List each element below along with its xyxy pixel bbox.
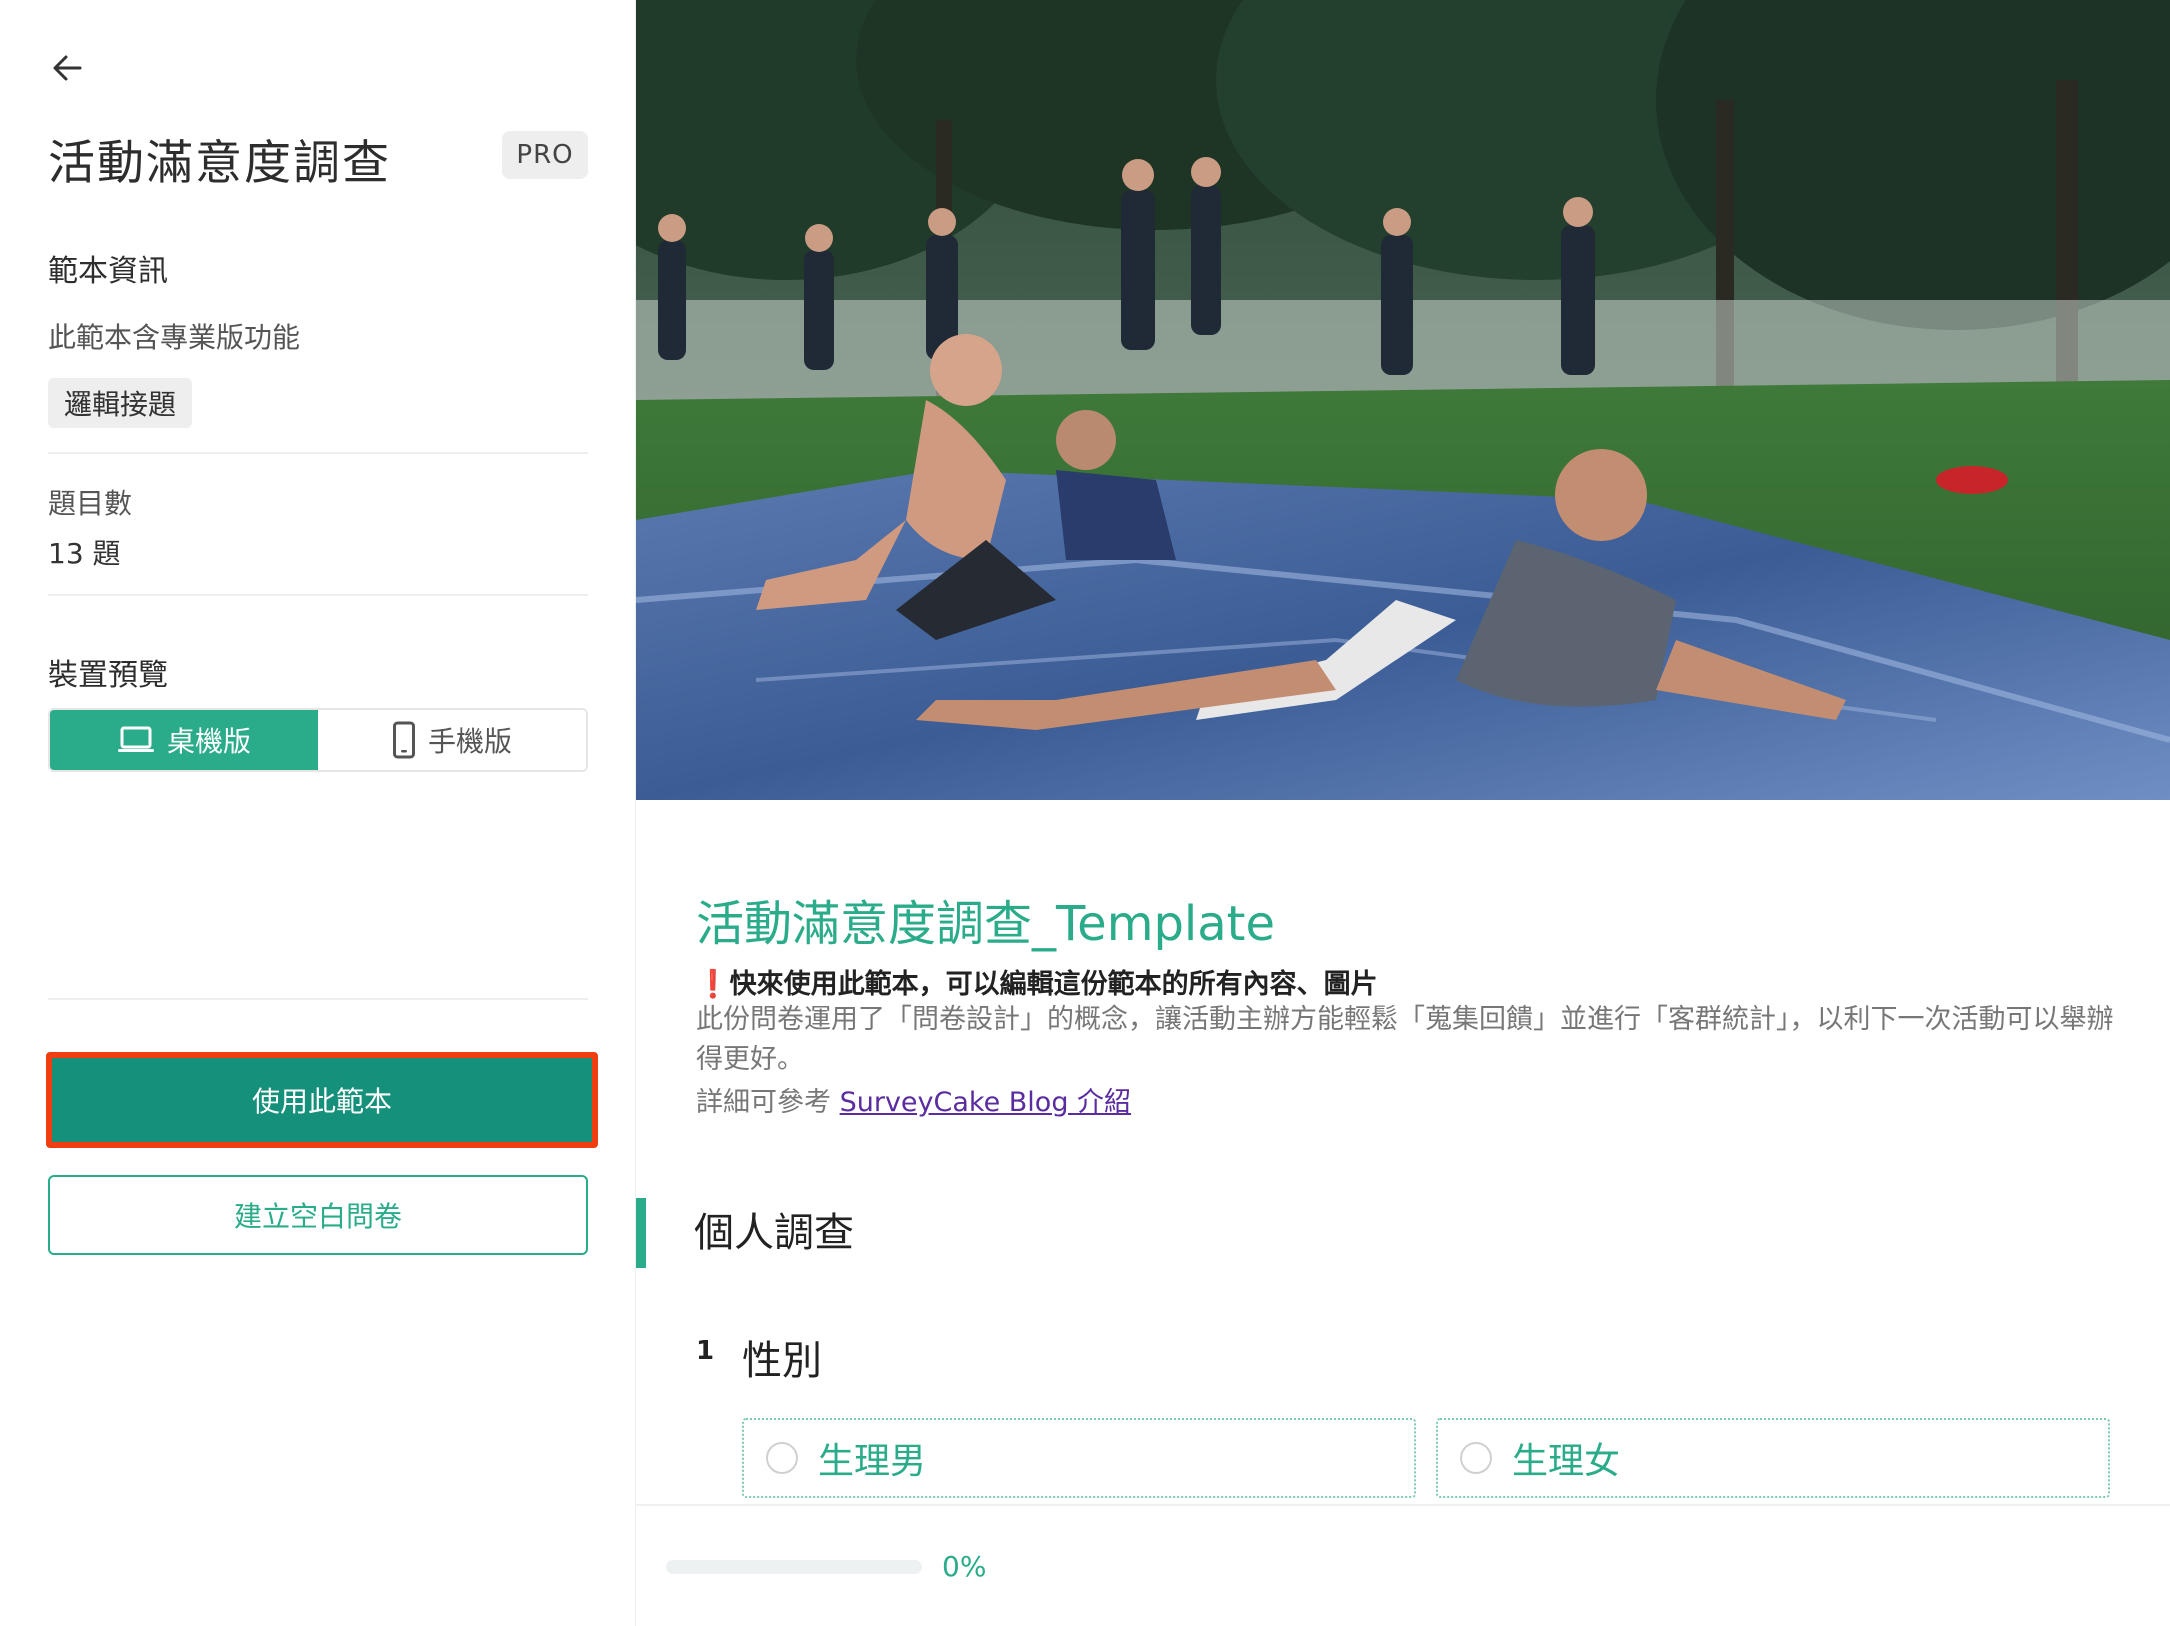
device-desktop-label: 桌機版 bbox=[166, 725, 251, 758]
hero-photo-illustration bbox=[636, 0, 2170, 800]
template-info-heading: 範本資訊 bbox=[48, 254, 168, 289]
question-text: 性別 bbox=[742, 1338, 822, 1384]
back-button[interactable] bbox=[48, 48, 88, 88]
exclamation-icon: ❗ bbox=[696, 969, 730, 1000]
question-number: 1 bbox=[696, 1336, 715, 1366]
device-preview-heading: 裝置預覽 bbox=[48, 658, 168, 693]
divider bbox=[48, 452, 588, 454]
hero-image bbox=[636, 0, 2170, 800]
template-title: 活動滿意度調查 bbox=[48, 136, 391, 191]
option-male[interactable]: 生理男 bbox=[742, 1418, 1416, 1498]
section-title: 個人調查 bbox=[694, 1210, 854, 1256]
progress-text: 0% bbox=[942, 1550, 987, 1583]
phone-icon bbox=[392, 721, 415, 759]
divider bbox=[48, 998, 588, 1000]
create-blank-survey-button[interactable]: 建立空白問卷 bbox=[48, 1175, 588, 1255]
device-toggle: 桌機版 手機版 bbox=[48, 708, 588, 772]
template-info-text: 此範本含專業版功能 bbox=[48, 321, 301, 354]
device-mobile-button[interactable]: 手機版 bbox=[318, 710, 586, 770]
section-accent-bar bbox=[636, 1198, 646, 1268]
survey-preview: 活動滿意度調查_Template ❗快來使用此範本，可以編輯這份範本的所有內容、… bbox=[636, 0, 2170, 1626]
laptop-icon bbox=[117, 726, 154, 752]
reference-line: 詳細可參考 SurveyCake Blog 介紹 bbox=[696, 1080, 1131, 1119]
option-label: 生理男 bbox=[818, 1441, 927, 1482]
radio-button-icon[interactable] bbox=[1460, 1442, 1492, 1474]
arrow-left-icon bbox=[53, 55, 82, 81]
radio-button-icon[interactable] bbox=[766, 1442, 798, 1474]
template-sidebar: 活動滿意度調查 PRO 範本資訊 此範本含專業版功能 邏輯接題 題目數 13 題… bbox=[0, 0, 636, 1626]
pro-badge: PRO bbox=[502, 131, 588, 179]
survey-description: 此份問卷運用了「問卷設計」的概念，讓活動主辦方能輕鬆「蒐集回饋」並進行「客群統計… bbox=[696, 1004, 2114, 1075]
option-female[interactable]: 生理女 bbox=[1436, 1418, 2110, 1498]
progress-bar bbox=[666, 1560, 922, 1574]
notice-line: ❗快來使用此範本，可以編輯這份範本的所有內容、圖片 bbox=[696, 962, 1378, 1001]
question-count-label: 題目數 bbox=[48, 487, 133, 520]
question-count-value: 13 題 bbox=[48, 537, 121, 570]
reference-prefix: 詳細可參考 bbox=[696, 1087, 840, 1118]
progress-footer: 0% bbox=[636, 1504, 2170, 1626]
feature-tag: 邏輯接題 bbox=[48, 378, 193, 428]
blog-link[interactable]: SurveyCake Blog 介紹 bbox=[840, 1087, 1131, 1118]
use-template-button[interactable]: 使用此範本 bbox=[52, 1058, 592, 1142]
survey-title: 活動滿意度調查_Template bbox=[696, 896, 1276, 952]
use-template-highlight: 使用此範本 bbox=[46, 1052, 598, 1148]
device-mobile-label: 手機版 bbox=[427, 725, 512, 758]
option-label: 生理女 bbox=[1512, 1441, 1621, 1482]
notice-text: 快來使用此範本，可以編輯這份範本的所有內容、圖片 bbox=[729, 969, 1378, 1000]
divider bbox=[48, 594, 588, 596]
device-desktop-button[interactable]: 桌機版 bbox=[50, 710, 318, 770]
